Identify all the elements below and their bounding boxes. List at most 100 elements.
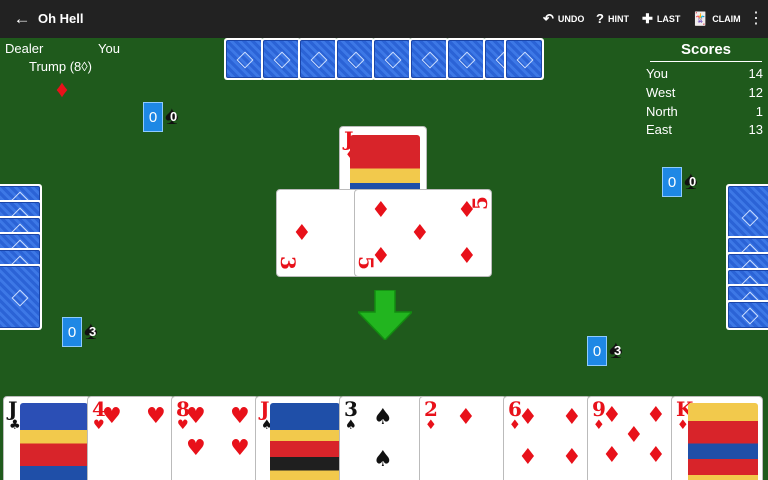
diamond-pip-icon: ♦ (371, 198, 391, 223)
hand-card[interactable]: 6 ♦ ♦ ♦ ♦ ♦ (503, 396, 591, 480)
claim-button[interactable]: 🃏 CLAIM (692, 10, 741, 28)
hand-card[interactable]: 8 ♥ ♥ ♥ ♥ ♥ (171, 396, 259, 480)
card-back (0, 264, 42, 330)
score-row: North 1 (646, 104, 763, 119)
spade-pip-icon: ♠ (373, 447, 393, 472)
diamond-pip-icon: ♦ (602, 403, 622, 428)
tricks-won: 0 (62, 317, 82, 347)
card-rank: 3 (276, 256, 300, 270)
card-suit: ♦ (677, 418, 689, 433)
claim-label: CLAIM (712, 14, 741, 24)
question-mark-icon: ? (596, 11, 604, 26)
jack-portrait-art (20, 403, 88, 480)
card-back (298, 38, 338, 80)
card-rank: J (260, 397, 270, 421)
tricks-bid: 0 (689, 174, 697, 189)
heart-pip-icon: ♥ (186, 404, 206, 429)
card-back (335, 38, 375, 80)
card-back (446, 38, 486, 80)
spade-icon: ♠ 0 (165, 100, 179, 130)
diamond-pip-icon: ♦ (292, 221, 312, 246)
cards-cross-icon: ✚ (642, 11, 653, 26)
your-turn-arrow-icon (358, 290, 412, 340)
west-bid-indicator: 0 ♠ 3 (62, 315, 106, 347)
tricks-won: 0 (662, 167, 682, 197)
card-suit: ♦ (425, 418, 437, 433)
player-name: East (646, 122, 673, 137)
undo-button[interactable]: ↶ UNDO (543, 10, 584, 28)
diamond-pip-icon: ♦ (646, 403, 666, 428)
tricks-won: 0 (143, 102, 163, 132)
claim-cards-icon: 🃏 (692, 11, 709, 26)
tricks-bid: 3 (89, 324, 97, 339)
undo-label: UNDO (557, 14, 585, 24)
diamond-pip-icon: ♦ (457, 244, 477, 269)
scores-title: Scores (650, 41, 762, 62)
trump-label: Trump (8◊) (29, 59, 93, 74)
south-bid-indicator: 0 ♠ 3 (587, 334, 631, 366)
diamond-pip-icon: ♦ (457, 198, 477, 223)
undo-icon: ↶ (543, 11, 554, 26)
tricks-won: 0 (587, 336, 607, 366)
spade-icon: ♠ 3 (609, 334, 623, 364)
dealer-name: You (98, 41, 120, 56)
diamond-pip-icon: ♦ (646, 443, 666, 468)
player-name: West (646, 85, 676, 100)
spade-icon: ♠ 3 (84, 315, 98, 345)
heart-pip-icon: ♥ (230, 436, 250, 461)
trick-card-east: 5 5 ♦ ♦ ♦ ♦ ♦ (354, 189, 492, 277)
spade-icon: ♠ 0 (684, 165, 698, 195)
diamond-pip-icon: ♦ (456, 405, 476, 430)
card-rank: 2 (424, 397, 438, 421)
diamond-pip-icon: ♦ (410, 221, 430, 246)
card-back (372, 38, 412, 80)
player-score: 12 (748, 85, 763, 100)
diamond-pip-icon: ♦ (562, 445, 582, 470)
card-back (504, 38, 544, 80)
hand-card[interactable]: J ♣ (3, 396, 91, 480)
diamond-pip-icon: ♦ (518, 445, 538, 470)
dealer-label: Dealer (5, 41, 44, 56)
hand-card[interactable]: 9 ♦ ♦ ♦ ♦ ♦ ♦ (587, 396, 675, 480)
hand-card[interactable]: 3 ♠ ♠ ♠ (339, 396, 427, 480)
card-suit: ♠ (345, 418, 357, 433)
spade-pip-icon: ♠ (373, 405, 393, 430)
tricks-bid: 0 (170, 109, 178, 124)
player-score: 1 (755, 104, 763, 119)
player-score: 13 (748, 122, 763, 137)
player-name: You (646, 66, 668, 81)
card-suit: ♣ (9, 418, 21, 433)
card-back (261, 38, 301, 80)
heart-pip-icon: ♥ (102, 404, 122, 429)
hint-button[interactable]: ? HINT (596, 10, 629, 28)
heart-pip-icon: ♥ (146, 404, 166, 429)
diamond-pip-icon: ♦ (602, 443, 622, 468)
card-back (224, 38, 264, 80)
diamond-pip-icon: ♦ (518, 405, 538, 430)
score-row: East 13 (646, 122, 763, 137)
hand-card[interactable]: J ♠ (255, 396, 343, 480)
heart-pip-icon: ♥ (230, 404, 250, 429)
last-label: LAST (656, 14, 681, 24)
east-bid-indicator: 0 ♠ 0 (662, 165, 706, 197)
last-trick-button[interactable]: ✚ LAST (642, 10, 680, 28)
heart-pip-icon: ♥ (186, 436, 206, 461)
player-name: North (646, 104, 678, 119)
card-rank: J (8, 397, 18, 421)
player-score: 14 (748, 66, 763, 81)
jack-portrait-art (270, 403, 340, 480)
diamond-pip-icon: ♦ (371, 244, 391, 269)
back-arrow-icon[interactable]: ← (12, 9, 32, 29)
overflow-menu-icon[interactable]: ⋮ (748, 9, 764, 29)
app-title: Oh Hell (38, 11, 84, 26)
hand-card[interactable]: 4 ♥ ♥ ♥ (87, 396, 175, 480)
score-row: West 12 (646, 85, 763, 100)
hand-card[interactable]: 2 ♦ ♦ (419, 396, 507, 480)
card-back (726, 300, 768, 330)
north-bid-indicator: 0 ♠ 0 (143, 100, 187, 132)
tricks-bid: 3 (614, 343, 622, 358)
hand-card[interactable]: K ♦ (671, 396, 763, 480)
card-back (409, 38, 449, 80)
diamond-pip-icon: ♦ (562, 405, 582, 430)
hint-label: HINT (607, 14, 629, 24)
